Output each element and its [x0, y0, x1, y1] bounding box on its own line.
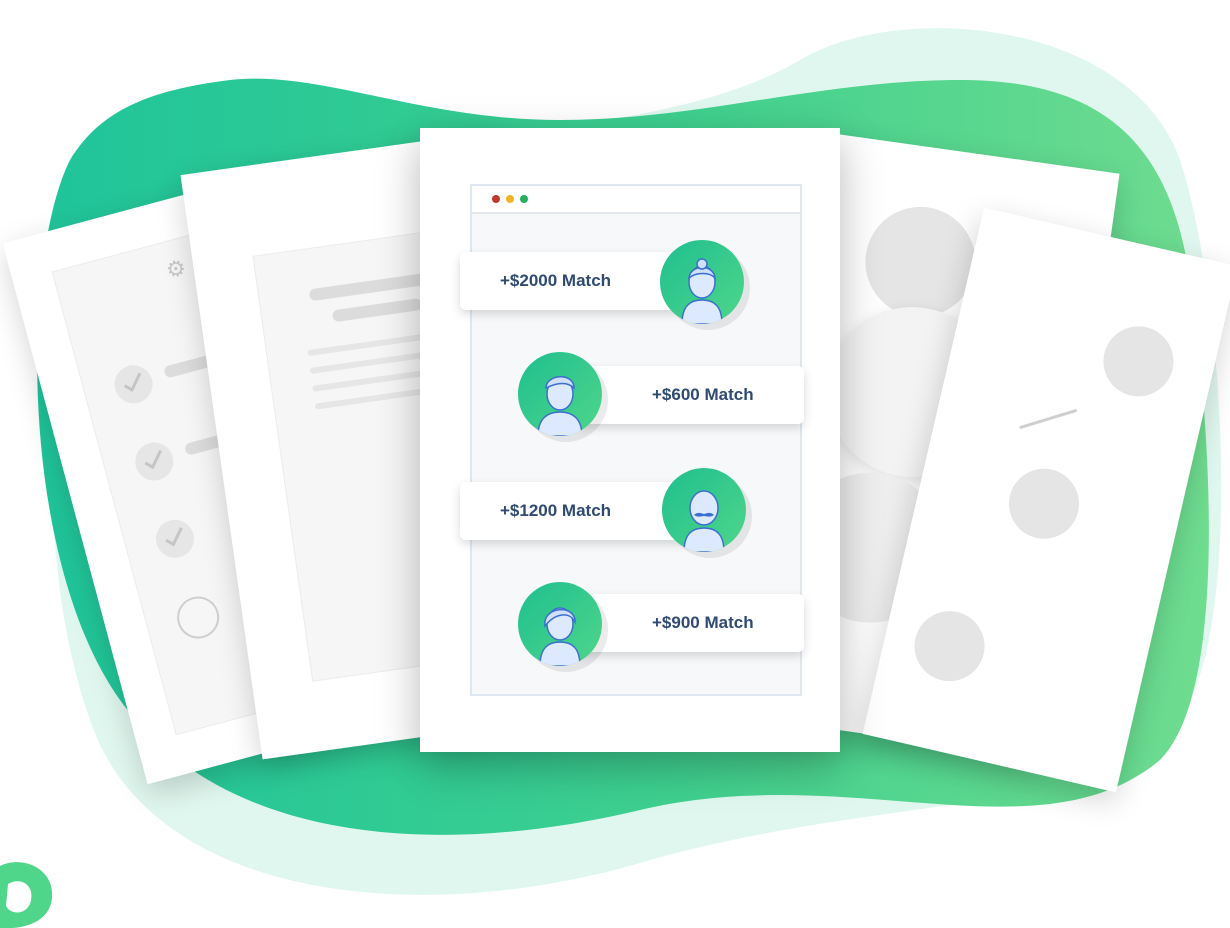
main-card [420, 128, 840, 752]
brand-logo-icon [0, 862, 53, 928]
woman-avatar-icon [660, 240, 744, 324]
match-card: +$600 Match [574, 366, 804, 424]
flow-node [907, 604, 992, 689]
browser-title-bar [472, 186, 800, 214]
check-circle-icon [151, 515, 199, 563]
flow-node [1002, 461, 1086, 546]
woman-avatar-icon [518, 582, 602, 666]
window-maximize-dot [520, 195, 528, 203]
empty-circle-icon [172, 591, 224, 644]
flow-connector [1019, 408, 1078, 430]
check-circle-icon [131, 438, 178, 485]
window-close-dot [492, 195, 500, 203]
check-circle-icon [110, 361, 157, 408]
flow-node [1096, 319, 1181, 404]
man-avatar-icon [518, 352, 602, 436]
gear-icon: ⚙ [163, 254, 189, 284]
match-card: +$1200 Match [460, 482, 690, 540]
placeholder-bar [308, 272, 430, 302]
match-card: +$2000 Match [460, 252, 690, 310]
match-label: +$1200 Match [500, 501, 612, 520]
match-card: +$900 Match [574, 594, 804, 652]
placeholder-bar [331, 297, 423, 323]
illustration: ⚙ +$2000 Match +$600 Match +$1200 Match … [0, 0, 1230, 928]
match-label: +$2000 Match [500, 271, 612, 290]
window-minimize-dot [506, 195, 514, 203]
mustache-man-avatar-icon [662, 468, 746, 552]
